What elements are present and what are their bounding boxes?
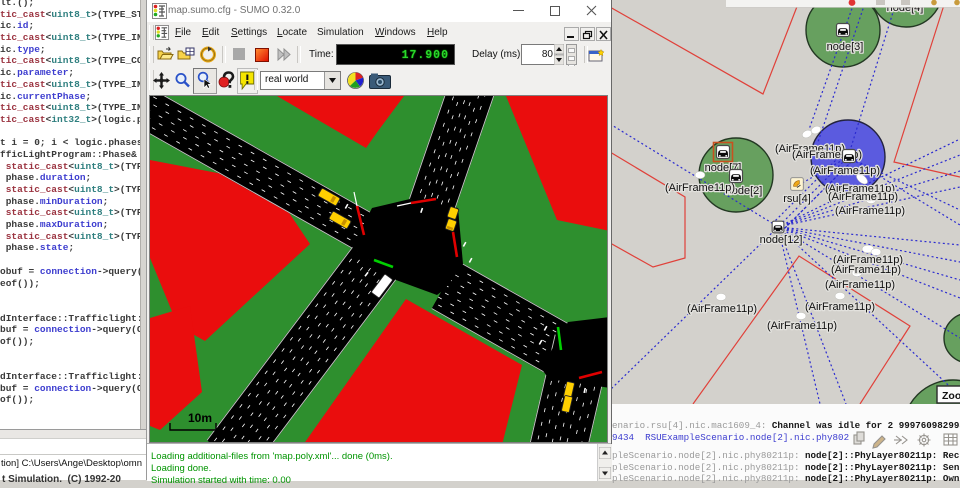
svg-text:(AirFrame11p): (AirFrame11p) <box>687 303 757 315</box>
svg-text:Zoo: Zoo <box>942 390 960 402</box>
svg-text:(AirFrame11p): (AirFrame11p) <box>665 182 735 194</box>
svg-text:(AirFrame11p): (AirFrame11p) <box>825 279 895 291</box>
svg-text:node[12]: node[12] <box>760 234 803 246</box>
svg-text:(AirFrame11p): (AirFrame11p) <box>835 205 905 217</box>
svg-text:node[3]: node[3] <box>827 41 864 53</box>
svg-text:(AirFrame11p): (AirFrame11p) <box>805 301 875 313</box>
svg-text:10m: 10m <box>188 411 212 425</box>
svg-text:(AirFrame11p): (AirFrame11p) <box>831 264 901 276</box>
svg-text:(AirFrame11p): (AirFrame11p) <box>810 165 880 177</box>
svg-text:(AirFrame11p): (AirFrame11p) <box>767 320 837 332</box>
svg-text:(AirFrame11p): (AirFrame11p) <box>828 191 898 203</box>
svg-text:rsu[4]: rsu[4] <box>783 193 811 205</box>
